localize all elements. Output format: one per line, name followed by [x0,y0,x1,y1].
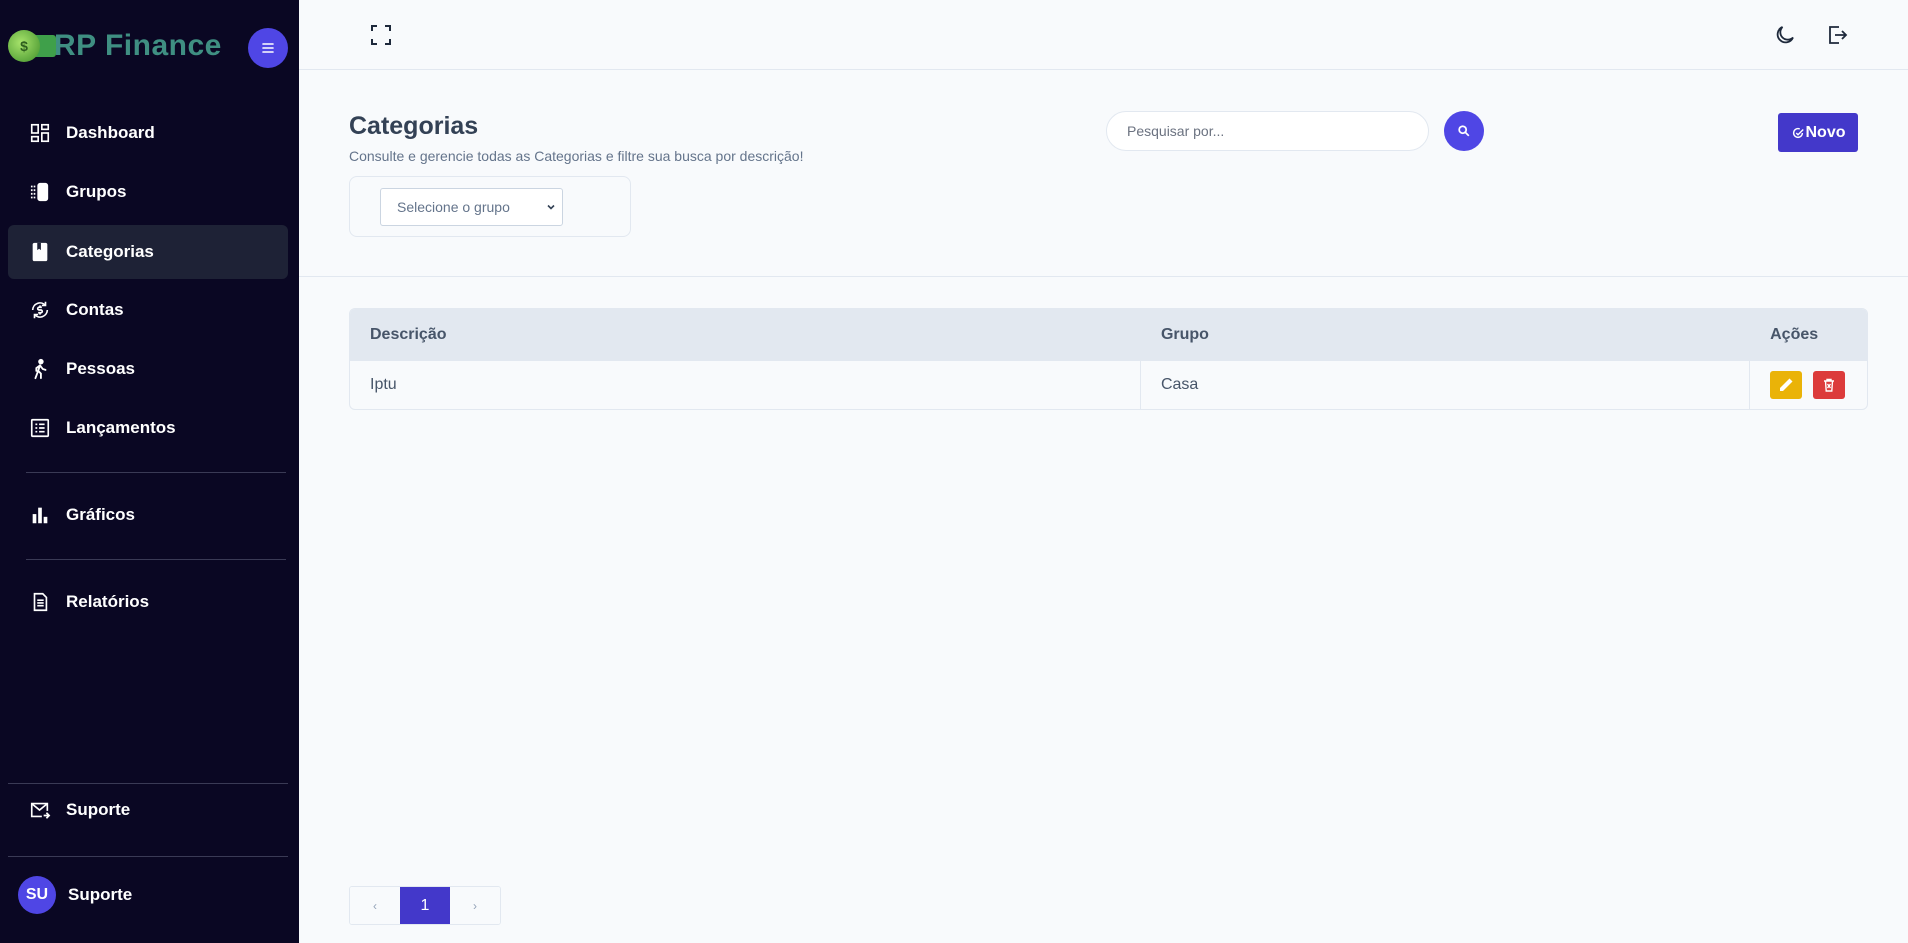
table-header: Descrição Grupo Ações [350,309,1867,360]
page-1-button[interactable]: 1 [400,887,450,924]
user-name: Suporte [68,885,133,904]
categories-table: Descrição Grupo Ações Iptu Casa [349,308,1868,410]
search-button[interactable] [1444,111,1484,151]
next-page-button[interactable]: › [450,887,500,924]
sidebar-item-categorias[interactable]: Categorias [8,225,288,279]
cell-descricao: Iptu [350,361,1141,409]
sidebar-item-label: Contas [66,300,124,319]
sidebar-item-label: Lançamentos [66,418,176,437]
avatar: SU [18,876,56,914]
sidebar-item-graficos[interactable]: Gráficos [8,488,288,542]
edit-button[interactable] [1770,371,1803,399]
fullscreen-icon [371,25,391,45]
brand-name: RP Finance [54,29,222,62]
sidebar-item-label: Dashboard [66,123,155,142]
sidebar-item-label: Relatórios [66,592,150,611]
group-select-value: Selecione o grupo [397,199,510,215]
sidebar-item-label: Pessoas [66,359,135,378]
logout-button[interactable] [1824,22,1850,48]
sidebar-item-pessoas[interactable]: Pessoas [8,342,288,396]
top-bar [299,0,1908,70]
column-header-acoes: Ações [1770,325,1819,343]
page-title: Categorias [349,112,479,140]
groups-icon [28,180,52,204]
sidebar: $ RP Finance Dashboard Grupos Categorias [0,0,299,943]
page-subtitle: Consulte e gerencie todas as Categorias … [349,148,804,164]
person-walking-icon [28,357,52,381]
group-select[interactable]: Selecione o grupo [380,188,563,226]
page-header: Categorias Consulte e gerencie todas as … [299,71,1908,277]
sidebar-item-contas[interactable]: Contas [8,283,288,337]
currency-exchange-icon [28,298,52,322]
brand-logo[interactable]: $ RP Finance [8,26,222,66]
pagination: ‹ 1 › [349,886,501,925]
mail-icon [28,798,52,822]
pencil-icon [1780,378,1793,391]
trash-icon [1824,378,1835,392]
search-icon [1458,125,1470,137]
sidebar-item-label: Categorias [66,242,154,261]
fullscreen-button[interactable] [368,22,394,48]
bar-chart-icon [28,503,52,527]
check-circle-icon [1792,127,1804,138]
document-icon [28,590,52,614]
sidebar-item-label: Grupos [66,182,127,201]
menu-toggle-button[interactable] [248,28,288,68]
search-input[interactable] [1106,111,1429,151]
cell-acoes [1750,361,1867,409]
previous-page-button[interactable]: ‹ [350,887,400,924]
list-icon [28,416,52,440]
sidebar-divider [8,856,288,857]
new-button-label: Novo [1805,123,1846,141]
book-icon [28,240,52,264]
sidebar-item-label: Gráficos [66,505,135,524]
column-header-descricao[interactable]: Descrição [350,309,1141,360]
new-button[interactable]: Novo [1778,113,1858,152]
sidebar-item-suporte[interactable]: Suporte [8,783,288,837]
sidebar-divider [26,559,286,560]
hamburger-icon [262,43,274,53]
chevron-down-icon [547,204,555,210]
table-row[interactable]: Iptu Casa [350,360,1867,409]
moon-icon [1776,26,1794,44]
logout-icon [1829,26,1848,44]
sidebar-divider [26,472,286,473]
sidebar-item-lancamentos[interactable]: Lançamentos [8,401,288,455]
sidebar-item-dashboard[interactable]: Dashboard [8,106,288,160]
cell-grupo: Casa [1141,361,1751,409]
sidebar-item-relatorios[interactable]: Relatórios [8,575,288,629]
dashboard-icon [28,121,52,145]
user-profile[interactable]: SU Suporte [8,868,288,922]
theme-toggle-button[interactable] [1772,22,1798,48]
filter-panel: Selecione o grupo [349,176,631,237]
coin-icon: $ [8,30,40,62]
column-header-grupo[interactable]: Grupo [1141,309,1750,360]
sidebar-item-grupos[interactable]: Grupos [8,165,288,219]
sidebar-item-label: Suporte [66,800,131,819]
delete-button[interactable] [1813,371,1846,399]
